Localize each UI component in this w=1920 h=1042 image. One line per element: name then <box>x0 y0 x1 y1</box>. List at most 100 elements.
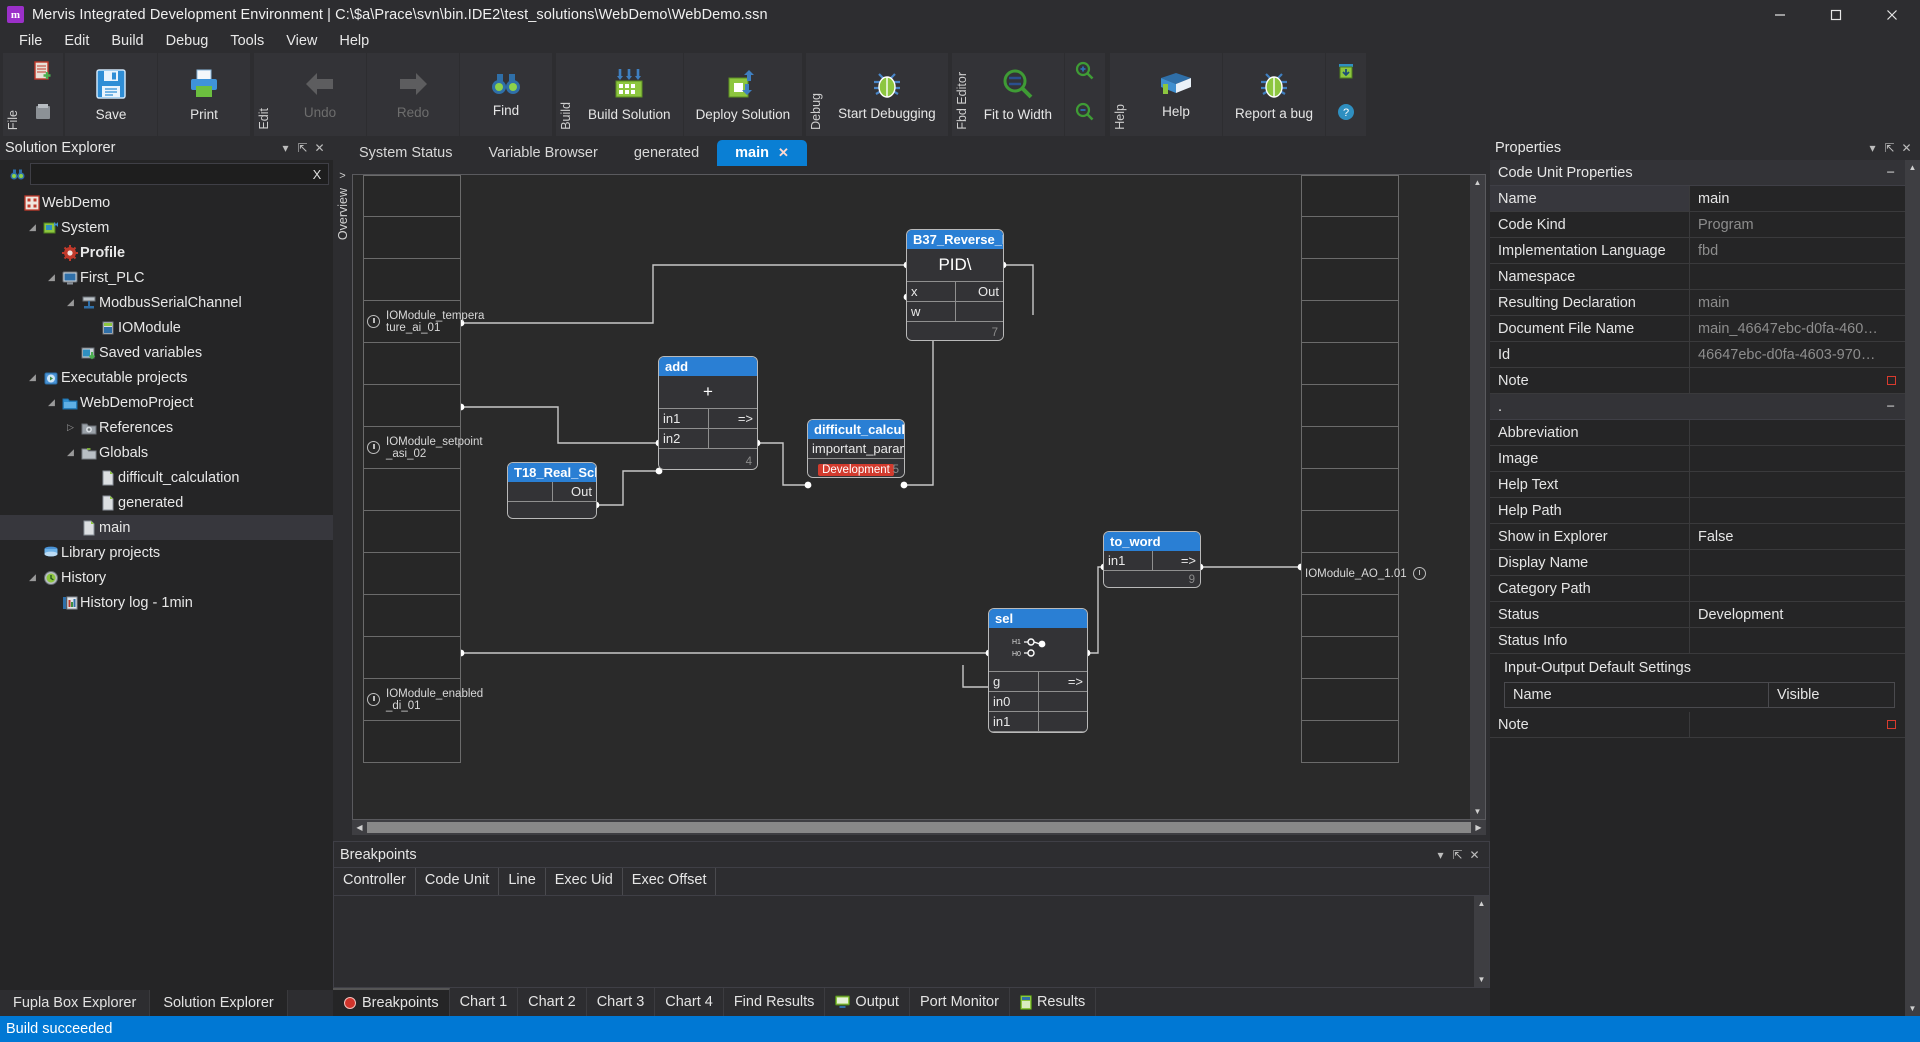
property-value[interactable]: main_46647ebc-d0fa-460… <box>1690 316 1905 341</box>
tree-item-modbusserialchannel[interactable]: ◢ModbusSerialChannel <box>0 290 333 315</box>
fbd-output-pin[interactable]: => <box>1039 672 1088 692</box>
save-button[interactable]: Save <box>65 53 157 136</box>
fbd-input-pin[interactable]: in0 <box>989 692 1039 712</box>
collapse-arrow-icon[interactable]: ◢ <box>44 272 59 283</box>
bottom-tab-chart-2[interactable]: Chart 2 <box>518 988 587 1016</box>
property-value[interactable] <box>1690 368 1905 393</box>
property-row[interactable]: Namespace <box>1490 264 1905 290</box>
fbd-input-pin[interactable] <box>508 482 553 502</box>
tree-item-history-log-1min[interactable]: History log - 1min <box>0 590 333 615</box>
collapse-arrow-icon[interactable]: ◢ <box>25 222 40 233</box>
close-icon[interactable]: ✕ <box>1898 141 1915 155</box>
about-button[interactable]: ? <box>1326 95 1366 137</box>
property-row[interactable]: Help Text <box>1490 472 1905 498</box>
search-input-field[interactable] <box>31 166 306 183</box>
maximize-icon[interactable] <box>1808 0 1864 29</box>
property-value[interactable]: Development <box>1690 602 1905 627</box>
pin-icon[interactable]: ⇱ <box>1449 848 1466 862</box>
pin-icon[interactable]: ⇱ <box>294 141 311 155</box>
property-value[interactable]: False <box>1690 524 1905 549</box>
tree-item-executable-projects[interactable]: ◢Executable projects <box>0 365 333 390</box>
property-row[interactable]: Show in ExplorerFalse <box>1490 524 1905 550</box>
empty-variable-cell[interactable] <box>363 385 461 427</box>
bottom-tab-chart-4[interactable]: Chart 4 <box>655 988 724 1016</box>
scroll-up-icon[interactable]: ▲ <box>1470 175 1485 190</box>
find-button[interactable]: Find <box>460 53 552 136</box>
dropdown-icon[interactable]: ▾ <box>1432 848 1449 862</box>
fbd-output-pin[interactable]: Out <box>553 482 597 502</box>
empty-variable-cell[interactable] <box>363 217 461 259</box>
bottom-tab-chart-1[interactable]: Chart 1 <box>450 988 519 1016</box>
close-icon[interactable]: ✕ <box>311 141 328 155</box>
empty-variable-cell[interactable] <box>1301 259 1399 301</box>
column-line[interactable]: Line <box>499 868 545 895</box>
close-icon[interactable] <box>1864 0 1920 29</box>
fbd-block-to-word[interactable]: to_wordin1=>9 <box>1104 532 1200 587</box>
undo-button[interactable]: Undo <box>274 53 366 136</box>
tree-item-webdemoproject[interactable]: ◢WebDemoProject <box>0 390 333 415</box>
empty-variable-cell[interactable] <box>363 343 461 385</box>
breakpoints-grid[interactable]: ▲ ▼ <box>333 895 1490 988</box>
empty-variable-cell[interactable] <box>363 511 461 553</box>
binoculars-icon[interactable] <box>4 168 30 181</box>
fbd-input-pin[interactable]: in1 <box>1104 551 1153 571</box>
fbd-canvas[interactable]: IOModule_temperature_ai_01IOModule_setpo… <box>353 175 1470 819</box>
property-value[interactable] <box>1690 576 1905 601</box>
scroll-down-icon[interactable]: ▼ <box>1470 804 1485 819</box>
tab-main[interactable]: main ✕ <box>717 140 807 166</box>
overview-strip[interactable]: > Overview <box>333 166 352 841</box>
fbd-output-pin[interactable] <box>1039 712 1088 732</box>
property-row[interactable]: Help Path <box>1490 498 1905 524</box>
property-row[interactable]: Image <box>1490 446 1905 472</box>
note-indicator-icon[interactable] <box>1887 376 1896 385</box>
tree-item-generated[interactable]: generated <box>0 490 333 515</box>
canvas-horizontal-scrollbar[interactable]: ◀ ▶ <box>352 820 1486 835</box>
pin-icon[interactable]: ⇱ <box>1881 141 1898 155</box>
scroll-down-icon[interactable]: ▼ <box>1905 1001 1920 1016</box>
property-row[interactable]: Note <box>1490 368 1905 394</box>
empty-variable-cell[interactable] <box>1301 637 1399 679</box>
tree-item-globals[interactable]: ◢Globals <box>0 440 333 465</box>
property-value[interactable] <box>1690 712 1905 737</box>
property-value[interactable] <box>1690 498 1905 523</box>
empty-variable-cell[interactable] <box>363 595 461 637</box>
note-indicator-icon[interactable] <box>1887 720 1896 729</box>
property-row[interactable]: Abbreviation <box>1490 420 1905 446</box>
expand-arrow-icon[interactable]: ▷ <box>63 422 78 433</box>
property-value[interactable] <box>1690 472 1905 497</box>
empty-variable-cell[interactable] <box>1301 721 1399 763</box>
property-value[interactable]: 46647ebc-d0fa-4603-970… <box>1690 342 1905 367</box>
empty-variable-cell[interactable] <box>363 469 461 511</box>
property-row[interactable]: Category Path <box>1490 576 1905 602</box>
property-value[interactable] <box>1690 446 1905 471</box>
chevron-right-icon[interactable]: > <box>339 170 345 182</box>
menu-debug[interactable]: Debug <box>155 31 220 51</box>
variable-cell[interactable]: IOModule_temperature_ai_01 <box>363 301 461 343</box>
properties-scrollbar[interactable]: ▲ ▼ <box>1905 160 1920 1016</box>
property-value[interactable] <box>1690 420 1905 445</box>
fbd-block-add[interactable]: add+in1=>in2 4 <box>659 357 757 469</box>
tree-item-first-plc[interactable]: ◢First_PLC <box>0 265 333 290</box>
fbd-output-pin[interactable]: Out <box>956 282 1004 302</box>
menu-help[interactable]: Help <box>328 31 380 51</box>
empty-variable-cell[interactable] <box>363 637 461 679</box>
property-value[interactable]: Program <box>1690 212 1905 237</box>
property-row[interactable]: Namemain <box>1490 186 1905 212</box>
empty-variable-cell[interactable] <box>1301 301 1399 343</box>
io-column-visible[interactable]: Visible <box>1769 683 1894 707</box>
property-row[interactable]: Implementation Languagefbd <box>1490 238 1905 264</box>
empty-variable-cell[interactable] <box>1301 511 1399 553</box>
empty-variable-cell[interactable] <box>1301 175 1399 217</box>
collapse-arrow-icon[interactable]: ◢ <box>25 372 40 383</box>
collapse-icon[interactable]: − <box>1887 399 1905 415</box>
fbd-input-pin[interactable]: in1 <box>659 409 709 429</box>
tab-variable-browser[interactable]: Variable Browser <box>470 140 615 166</box>
check-update-button[interactable] <box>1326 53 1366 95</box>
start-debugging-button[interactable]: Start Debugging <box>826 53 948 136</box>
minimize-icon[interactable] <box>1752 0 1808 29</box>
menu-view[interactable]: View <box>275 31 328 51</box>
tree-item-profile[interactable]: Profile <box>0 240 333 265</box>
empty-variable-cell[interactable] <box>363 175 461 217</box>
tree-item-system[interactable]: ◢System <box>0 215 333 240</box>
fbd-block-difficult-calculation[interactable]: difficult_calcula…important_parameter=>D… <box>808 420 904 477</box>
